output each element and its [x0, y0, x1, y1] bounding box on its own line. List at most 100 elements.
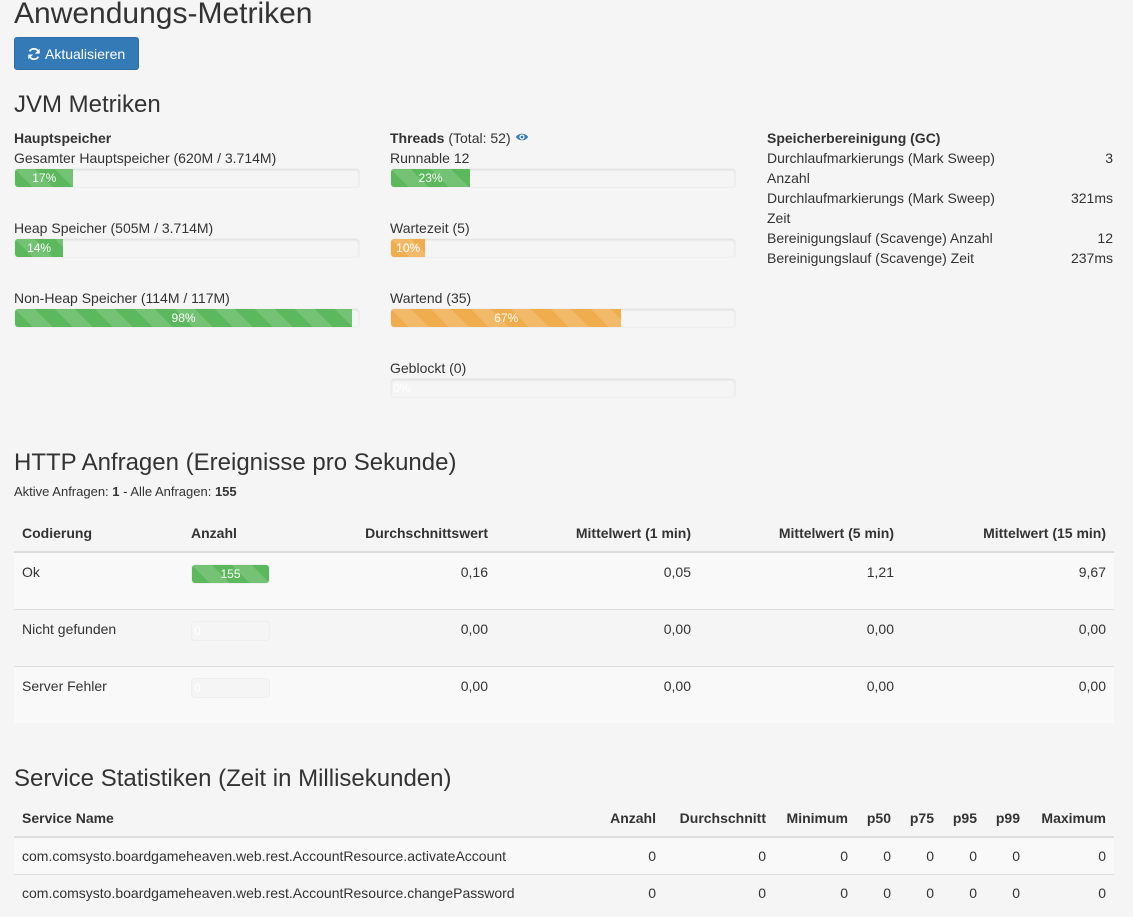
gc-value: 321ms: [1070, 190, 1113, 206]
http-count-bar: 0: [194, 623, 201, 638]
memory-column: Hauptspeicher Gesamter Hauptspeicher (62…: [14, 128, 360, 328]
thread-progress-bar: 0%: [393, 381, 411, 395]
http-code: Nicht gefunden: [14, 608, 183, 666]
thread-item: Geblockt (0) 0%: [390, 358, 736, 398]
services-table: Service Name Anzahl Durchschnitt Minimum…: [14, 799, 1114, 911]
memory-progress: 17%: [14, 168, 360, 188]
jvm-title: JVM Metriken: [14, 91, 161, 118]
gc-row: Durchlaufmarkierungs (Mark Sweep) Anzahl…: [767, 148, 1113, 188]
svc-col-p75: p75: [899, 799, 942, 838]
table-row: Ok 155 0,16 0,05 1,21 9,67: [14, 551, 1114, 609]
http-count-progress: 0: [191, 677, 270, 698]
http-title: HTTP Anfragen (Ereignisse pro Sekunde): [14, 449, 457, 476]
http-col-avg: Durchschnittswert: [293, 514, 496, 553]
http-m1: 0,00: [496, 608, 699, 666]
gc-value: 237ms: [1070, 250, 1113, 266]
memory-item-label: Non-Heap Speicher (114M / 117M): [14, 290, 230, 306]
service-stat: 0: [664, 836, 774, 874]
svc-col-p95: p95: [942, 799, 985, 838]
gc-row: Durchlaufmarkierungs (Mark Sweep) Zeit 32…: [767, 188, 1113, 228]
http-m15: 0,00: [902, 608, 1114, 666]
thread-item-label: Wartend (35): [390, 290, 472, 306]
thread-item: Wartend (35) 67%: [390, 288, 736, 328]
gc-value: 3: [1105, 150, 1113, 166]
service-stat: 0: [1028, 873, 1114, 911]
service-stat: 0: [594, 836, 664, 874]
thread-progress-bar: 10%: [391, 239, 426, 257]
thread-item-label: Wartezeit (5): [390, 220, 470, 236]
service-stat: 0: [774, 873, 856, 911]
http-m1: 0,05: [496, 551, 699, 609]
gc-heading: Speicherbereinigung (GC): [767, 130, 941, 146]
http-table: Codierung Anzahl Durchschnittswert Mitte…: [14, 514, 1114, 723]
refresh-button[interactable]: Aktualisieren: [14, 37, 139, 70]
http-count-progress: 155: [191, 564, 270, 584]
svc-col-avg: Durchschnitt: [664, 799, 774, 838]
svc-col-max: Maximum: [1028, 799, 1114, 838]
service-stat: 0: [856, 873, 899, 911]
svc-col-p50: p50: [856, 799, 899, 838]
http-avg: 0,00: [293, 665, 496, 723]
active-requests-value: 1: [112, 484, 120, 499]
gc-label: Durchlaufmarkierungs (Mark Sweep) Zeit: [767, 190, 995, 226]
table-row: com.comsysto.boardgameheaven.web.rest.Ac…: [14, 836, 1114, 874]
http-count-bar: 0: [194, 680, 201, 695]
http-avg: 0,00: [293, 608, 496, 666]
service-stat: 0: [899, 836, 942, 874]
http-col-m5: Mittelwert (5 min): [699, 514, 902, 553]
memory-item: Gesamter Hauptspeicher (620M / 3.714M) 17…: [14, 148, 360, 188]
http-count-progress: 0: [191, 620, 270, 641]
service-name: com.comsysto.boardgameheaven.web.rest.Ac…: [14, 873, 594, 911]
svc-col-p99: p99: [985, 799, 1028, 838]
services-title: Service Statistiken (Zeit in Millisekund…: [14, 765, 452, 792]
gc-column: Speicherbereinigung (GC) Durchlaufmarkie…: [767, 128, 1113, 268]
thread-item-label: Runnable 12: [390, 150, 470, 166]
memory-progress-bar: 98%: [15, 309, 353, 327]
http-code: Ok: [14, 551, 183, 609]
memory-item-label: Gesamter Hauptspeicher (620M / 3.714M): [14, 150, 277, 166]
service-name: com.comsysto.boardgameheaven.web.rest.Ac…: [14, 836, 594, 874]
service-stat: 0: [899, 873, 942, 911]
thread-progress: 23%: [390, 168, 736, 188]
http-avg: 0,16: [293, 551, 496, 609]
service-stat: 0: [985, 873, 1028, 911]
thread-item: Runnable 12 23%: [390, 148, 736, 188]
all-requests-value: 155: [214, 484, 237, 499]
gc-label: Durchlaufmarkierungs (Mark Sweep) Anzahl: [767, 150, 995, 186]
http-m15: 0,00: [902, 665, 1114, 723]
http-m5: 0,00: [699, 608, 902, 666]
service-stat: 0: [942, 836, 985, 874]
memory-item: Non-Heap Speicher (114M / 117M) 98%: [14, 288, 360, 328]
service-stat: 0: [594, 873, 664, 911]
http-summary: Aktive Anfragen: 1 - Alle Anfragen: 155: [14, 484, 237, 499]
http-code: Server Fehler: [14, 665, 183, 723]
gc-label: Bereinigungslauf (Scavenge) Anzahl: [767, 230, 993, 246]
thread-progress: 0%: [390, 378, 736, 398]
memory-progress-bar: 17%: [15, 169, 74, 187]
memory-item: Heap Speicher (505M / 3.714M) 14%: [14, 218, 360, 258]
refresh-icon: [28, 47, 40, 60]
threads-heading: Threads: [390, 130, 445, 146]
thread-progress-bar: 67%: [391, 309, 622, 327]
http-m15: 9,67: [902, 551, 1114, 609]
page-title: Anwendungs-Metriken: [14, 0, 313, 30]
eye-icon[interactable]: [515, 130, 529, 144]
table-row: Server Fehler 0 0,00 0,00 0,00 0,00: [14, 665, 1114, 723]
table-row: com.comsysto.boardgameheaven.web.rest.Ac…: [14, 873, 1114, 911]
table-row: Nicht gefunden 0 0,00 0,00 0,00 0,00: [14, 608, 1114, 666]
memory-progress-bar: 14%: [15, 239, 64, 257]
svc-col-count: Anzahl: [594, 799, 664, 838]
http-m1: 0,00: [496, 665, 699, 723]
http-count-cell: 0: [183, 608, 293, 666]
threads-total: (Total: 52): [448, 130, 511, 146]
http-col-count: Anzahl: [183, 514, 293, 553]
http-count-cell: 155: [183, 551, 293, 609]
http-col-m15: Mittelwert (15 min): [902, 514, 1114, 553]
service-stat: 0: [664, 873, 774, 911]
http-count-cell: 0: [183, 665, 293, 723]
memory-heading: Hauptspeicher: [14, 130, 112, 146]
service-stat: 0: [1028, 836, 1114, 874]
refresh-label: Aktualisieren: [45, 45, 126, 62]
memory-progress: 14%: [14, 238, 360, 258]
thread-progress: 67%: [390, 308, 736, 328]
